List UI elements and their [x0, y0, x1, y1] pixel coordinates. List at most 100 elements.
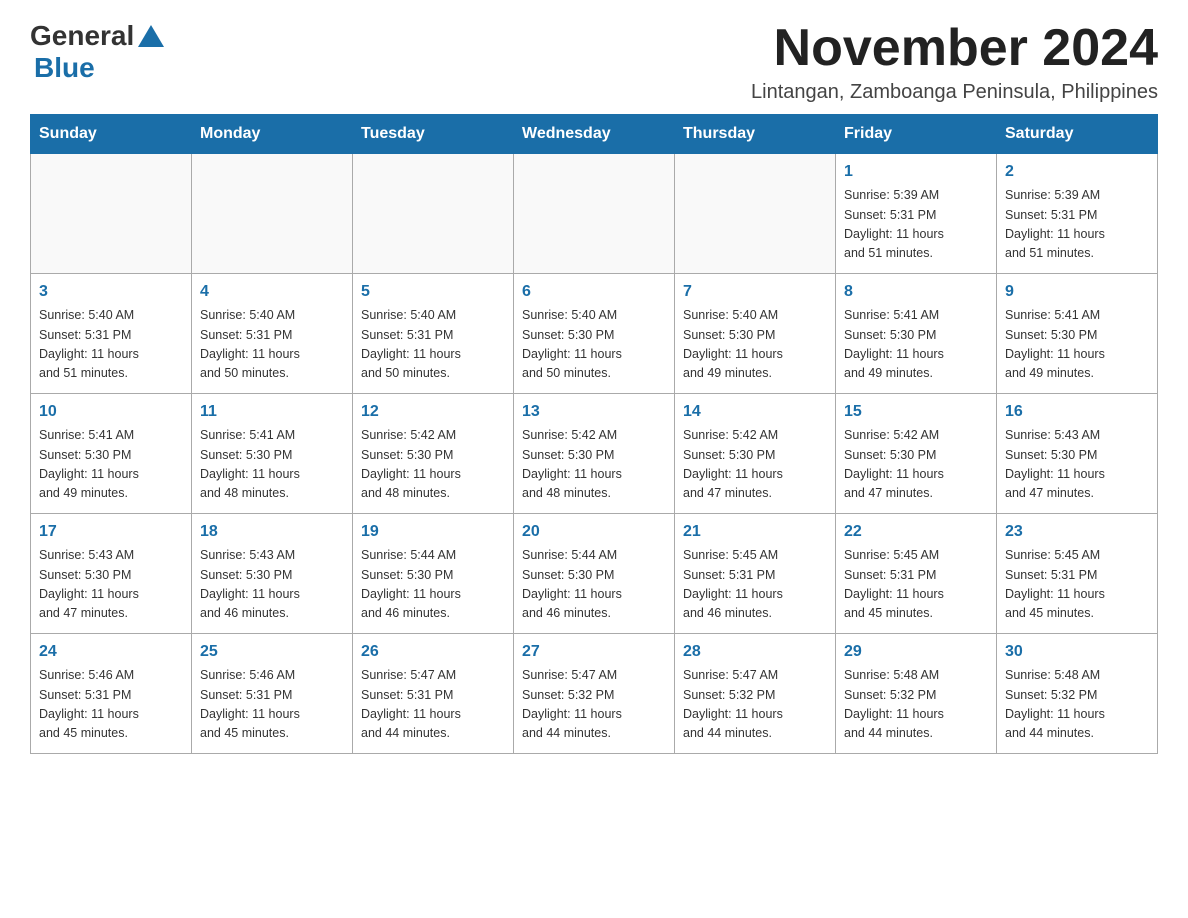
col-tuesday: Tuesday [353, 115, 514, 154]
logo-text-blue: Blue [34, 52, 164, 84]
day-number: 15 [844, 400, 988, 424]
table-row: 4Sunrise: 5:40 AMSunset: 5:31 PMDaylight… [192, 274, 353, 394]
table-row: 7Sunrise: 5:40 AMSunset: 5:30 PMDaylight… [675, 274, 836, 394]
logo: General Blue [30, 20, 164, 84]
day-info: Sunrise: 5:43 AMSunset: 5:30 PMDaylight:… [39, 546, 183, 624]
table-row: 27Sunrise: 5:47 AMSunset: 5:32 PMDayligh… [514, 634, 675, 754]
col-sunday: Sunday [31, 115, 192, 154]
day-info: Sunrise: 5:40 AMSunset: 5:31 PMDaylight:… [361, 306, 505, 384]
table-row: 10Sunrise: 5:41 AMSunset: 5:30 PMDayligh… [31, 394, 192, 514]
table-row: 25Sunrise: 5:46 AMSunset: 5:31 PMDayligh… [192, 634, 353, 754]
calendar-week-row: 10Sunrise: 5:41 AMSunset: 5:30 PMDayligh… [31, 394, 1158, 514]
day-info: Sunrise: 5:40 AMSunset: 5:31 PMDaylight:… [39, 306, 183, 384]
table-row [192, 154, 353, 274]
day-number: 30 [1005, 640, 1149, 664]
day-info: Sunrise: 5:45 AMSunset: 5:31 PMDaylight:… [1005, 546, 1149, 624]
table-row: 19Sunrise: 5:44 AMSunset: 5:30 PMDayligh… [353, 514, 514, 634]
day-info: Sunrise: 5:48 AMSunset: 5:32 PMDaylight:… [1005, 666, 1149, 744]
day-info: Sunrise: 5:42 AMSunset: 5:30 PMDaylight:… [361, 426, 505, 504]
calendar-week-row: 24Sunrise: 5:46 AMSunset: 5:31 PMDayligh… [31, 634, 1158, 754]
day-number: 27 [522, 640, 666, 664]
table-row: 9Sunrise: 5:41 AMSunset: 5:30 PMDaylight… [997, 274, 1158, 394]
day-number: 8 [844, 280, 988, 304]
table-row: 6Sunrise: 5:40 AMSunset: 5:30 PMDaylight… [514, 274, 675, 394]
table-row: 24Sunrise: 5:46 AMSunset: 5:31 PMDayligh… [31, 634, 192, 754]
col-saturday: Saturday [997, 115, 1158, 154]
day-number: 19 [361, 520, 505, 544]
day-info: Sunrise: 5:44 AMSunset: 5:30 PMDaylight:… [522, 546, 666, 624]
table-row: 16Sunrise: 5:43 AMSunset: 5:30 PMDayligh… [997, 394, 1158, 514]
day-number: 25 [200, 640, 344, 664]
day-info: Sunrise: 5:40 AMSunset: 5:31 PMDaylight:… [200, 306, 344, 384]
table-row [353, 154, 514, 274]
day-number: 14 [683, 400, 827, 424]
day-info: Sunrise: 5:41 AMSunset: 5:30 PMDaylight:… [39, 426, 183, 504]
day-info: Sunrise: 5:44 AMSunset: 5:30 PMDaylight:… [361, 546, 505, 624]
col-thursday: Thursday [675, 115, 836, 154]
day-number: 6 [522, 280, 666, 304]
table-row: 5Sunrise: 5:40 AMSunset: 5:31 PMDaylight… [353, 274, 514, 394]
day-number: 12 [361, 400, 505, 424]
table-row: 13Sunrise: 5:42 AMSunset: 5:30 PMDayligh… [514, 394, 675, 514]
day-number: 9 [1005, 280, 1149, 304]
day-info: Sunrise: 5:39 AMSunset: 5:31 PMDaylight:… [844, 186, 988, 264]
col-friday: Friday [836, 115, 997, 154]
table-row [514, 154, 675, 274]
day-info: Sunrise: 5:40 AMSunset: 5:30 PMDaylight:… [683, 306, 827, 384]
day-info: Sunrise: 5:40 AMSunset: 5:30 PMDaylight:… [522, 306, 666, 384]
day-info: Sunrise: 5:47 AMSunset: 5:32 PMDaylight:… [683, 666, 827, 744]
page-subtitle: Lintangan, Zamboanga Peninsula, Philippi… [751, 81, 1158, 104]
table-row: 11Sunrise: 5:41 AMSunset: 5:30 PMDayligh… [192, 394, 353, 514]
day-number: 11 [200, 400, 344, 424]
table-row: 22Sunrise: 5:45 AMSunset: 5:31 PMDayligh… [836, 514, 997, 634]
table-row: 14Sunrise: 5:42 AMSunset: 5:30 PMDayligh… [675, 394, 836, 514]
calendar-header-row: Sunday Monday Tuesday Wednesday Thursday… [31, 115, 1158, 154]
day-number: 21 [683, 520, 827, 544]
day-info: Sunrise: 5:41 AMSunset: 5:30 PMDaylight:… [1005, 306, 1149, 384]
day-number: 18 [200, 520, 344, 544]
day-info: Sunrise: 5:45 AMSunset: 5:31 PMDaylight:… [683, 546, 827, 624]
day-number: 23 [1005, 520, 1149, 544]
calendar-week-row: 3Sunrise: 5:40 AMSunset: 5:31 PMDaylight… [31, 274, 1158, 394]
table-row: 23Sunrise: 5:45 AMSunset: 5:31 PMDayligh… [997, 514, 1158, 634]
day-number: 4 [200, 280, 344, 304]
table-row: 18Sunrise: 5:43 AMSunset: 5:30 PMDayligh… [192, 514, 353, 634]
day-info: Sunrise: 5:45 AMSunset: 5:31 PMDaylight:… [844, 546, 988, 624]
day-info: Sunrise: 5:43 AMSunset: 5:30 PMDaylight:… [1005, 426, 1149, 504]
table-row: 21Sunrise: 5:45 AMSunset: 5:31 PMDayligh… [675, 514, 836, 634]
logo-text-general: General [30, 20, 134, 52]
day-number: 13 [522, 400, 666, 424]
day-number: 20 [522, 520, 666, 544]
table-row: 20Sunrise: 5:44 AMSunset: 5:30 PMDayligh… [514, 514, 675, 634]
day-info: Sunrise: 5:43 AMSunset: 5:30 PMDaylight:… [200, 546, 344, 624]
day-number: 7 [683, 280, 827, 304]
table-row: 2Sunrise: 5:39 AMSunset: 5:31 PMDaylight… [997, 154, 1158, 274]
day-info: Sunrise: 5:47 AMSunset: 5:32 PMDaylight:… [522, 666, 666, 744]
table-row: 8Sunrise: 5:41 AMSunset: 5:30 PMDaylight… [836, 274, 997, 394]
table-row: 28Sunrise: 5:47 AMSunset: 5:32 PMDayligh… [675, 634, 836, 754]
header: General Blue November 2024 Lintangan, Za… [30, 20, 1158, 104]
day-number: 22 [844, 520, 988, 544]
page-title: November 2024 [751, 20, 1158, 77]
table-row: 29Sunrise: 5:48 AMSunset: 5:32 PMDayligh… [836, 634, 997, 754]
day-info: Sunrise: 5:42 AMSunset: 5:30 PMDaylight:… [844, 426, 988, 504]
table-row: 1Sunrise: 5:39 AMSunset: 5:31 PMDaylight… [836, 154, 997, 274]
day-info: Sunrise: 5:42 AMSunset: 5:30 PMDaylight:… [522, 426, 666, 504]
day-info: Sunrise: 5:41 AMSunset: 5:30 PMDaylight:… [844, 306, 988, 384]
day-number: 16 [1005, 400, 1149, 424]
table-row [675, 154, 836, 274]
day-number: 28 [683, 640, 827, 664]
day-number: 29 [844, 640, 988, 664]
table-row: 30Sunrise: 5:48 AMSunset: 5:32 PMDayligh… [997, 634, 1158, 754]
day-number: 26 [361, 640, 505, 664]
day-number: 17 [39, 520, 183, 544]
day-info: Sunrise: 5:42 AMSunset: 5:30 PMDaylight:… [683, 426, 827, 504]
day-number: 1 [844, 160, 988, 184]
calendar-table: Sunday Monday Tuesday Wednesday Thursday… [30, 114, 1158, 754]
day-info: Sunrise: 5:47 AMSunset: 5:31 PMDaylight:… [361, 666, 505, 744]
day-number: 5 [361, 280, 505, 304]
day-info: Sunrise: 5:41 AMSunset: 5:30 PMDaylight:… [200, 426, 344, 504]
table-row: 17Sunrise: 5:43 AMSunset: 5:30 PMDayligh… [31, 514, 192, 634]
day-info: Sunrise: 5:39 AMSunset: 5:31 PMDaylight:… [1005, 186, 1149, 264]
day-info: Sunrise: 5:48 AMSunset: 5:32 PMDaylight:… [844, 666, 988, 744]
